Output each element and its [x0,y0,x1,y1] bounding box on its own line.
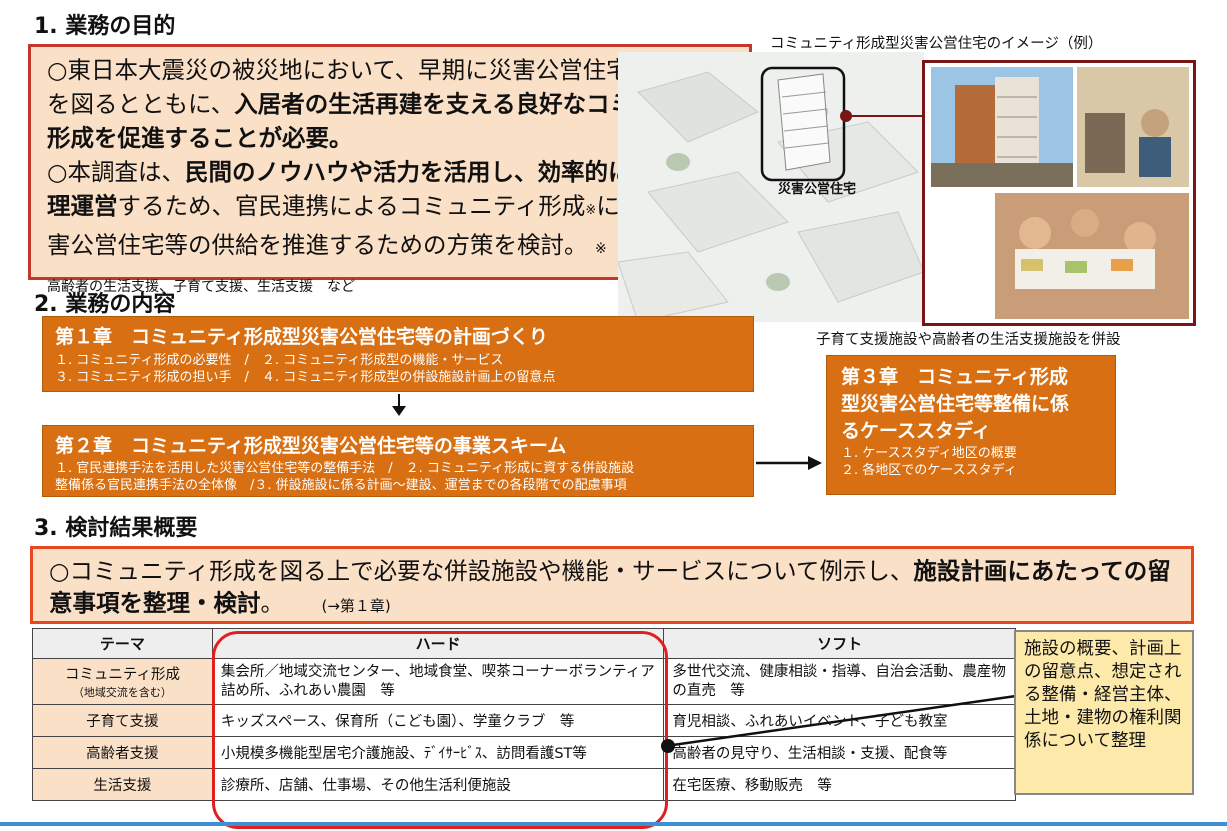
results-summary: ○コミュニティ形成を図る上で必要な併設施設や機能・サービスについて例示し、施設計… [49,557,1171,617]
facility-photos [931,67,1189,319]
chapter1-box: 第１章 コミュニティ形成型災害公営住宅等の計画づくり １. コミュニティ形成の必… [42,316,754,392]
image-caption: コミュニティ形成型災害公営住宅のイメージ（例） [770,36,1103,52]
section1-title: 1. 業務の目的 [34,14,176,39]
bottom-rule [0,822,1227,826]
chapter2-line2: 整備係る官民連携手法の全体像 /３. 併設施設に係る計画～建設、運営までの各段階… [55,478,627,493]
chapter3-box: 第３章 コミュニティ形成 型災害公営住宅等整備に係 るケーススタディ １. ケー… [826,355,1116,495]
image-bottom-caption: 子育て支援施設や高齢者の生活支援施設を併設 [816,332,1121,348]
section3-title: 3. 検討結果概要 [34,516,198,541]
theme-cell: 生活支援 [32,768,213,801]
theme-cell: 高齢者支援 [32,736,213,769]
results-ref: (→第１章) [321,597,391,615]
callout-connector [661,694,1017,753]
header-soft: ソフト [663,628,1016,659]
chapter1-line2: ３. コミュニティ形成の担い手 / ４. コミュニティ形成型の併設施設計画上の留… [55,370,556,385]
theme-cell: コミュニティ形成 （地域交流を含む） [32,658,213,705]
chapter3-title-line2: 型災害公営住宅等整備に係 [841,393,1070,415]
section2-title: 2. 業務の内容 [34,292,176,317]
photo-frame [922,60,1196,326]
chapter2-title: 第２章 コミュニティ形成型災害公営住宅等の事業スキーム [55,435,567,457]
chapter1-title: 第１章 コミュニティ形成型災害公営住宅等の計画づくり [55,326,548,348]
arrow-down-icon [392,406,406,416]
soft-cell: 在宅医療、移動販売 等 [663,768,1016,801]
chapter3-line2: ２. 各地区でのケーススタディ [841,463,1017,478]
arrow-down-shaft [398,394,400,406]
town-illustration [618,52,924,322]
building-label: 災害公営住宅 [778,182,857,197]
theme-cell: 子育て支援 [32,704,213,737]
callout-note: 施設の概要、計画上の留意点、想定される整備・経営主体、土地・建物の権利関係につい… [1014,630,1194,795]
arrow-right-icon [756,456,822,470]
chapter1-line1: １. コミュニティ形成の必要性 / ２. コミュニティ形成型の機能・サービス [55,353,504,368]
hard-column-highlight [212,631,668,829]
chapter3-title-line3: るケーススタディ [841,420,991,442]
chapter3-line1: １. ケーススタディ地区の概要 [841,446,1017,461]
results-summary-box: ○コミュニティ形成を図る上で必要な併設施設や機能・サービスについて例示し、施設計… [30,546,1194,624]
chapter2-line1: １. 官民連携手法を活用した災害公営住宅等の整備手法 / ２. コミュニティ形成… [55,461,635,476]
chapter3-title-line1: 第３章 コミュニティ形成 [841,366,1068,388]
header-theme: テーマ [32,628,213,659]
chapter2-box: 第２章 コミュニティ形成型災害公営住宅等の事業スキーム １. 官民連携手法を活用… [42,425,754,497]
